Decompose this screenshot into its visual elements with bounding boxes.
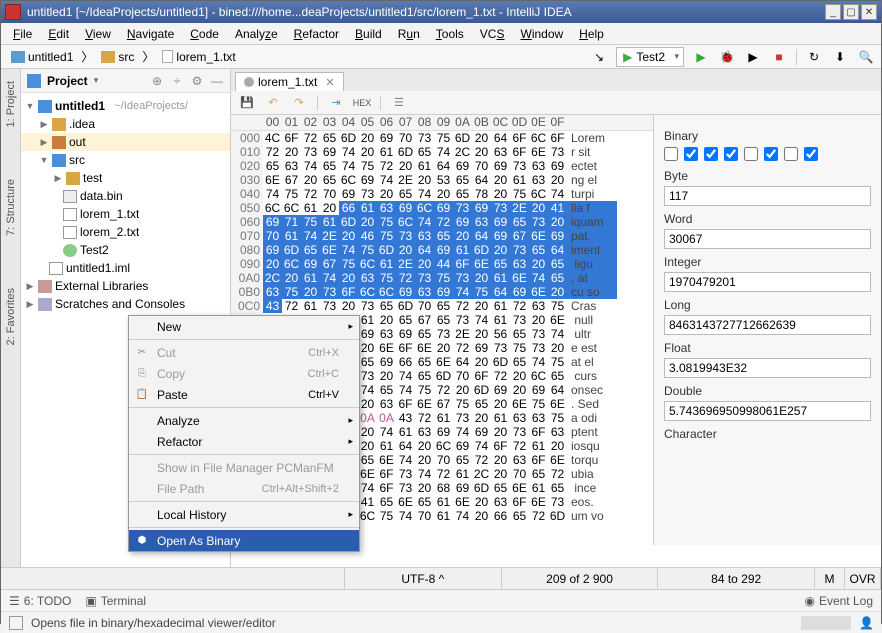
crumb-project[interactable]: untitled1	[7, 49, 77, 65]
editor-tabs: lorem_1.txt ✕	[231, 69, 881, 91]
mode-ovr[interactable]: OVR	[845, 568, 881, 589]
debug-button[interactable]: 🐞	[718, 48, 736, 66]
project-tree[interactable]: ▼untitled1 ~/IdeaProjects/ ▶.idea ▶out ▼…	[21, 93, 230, 317]
ctx-file-path: File PathCtrl+Alt+Shift+2	[129, 478, 359, 499]
status-icon[interactable]	[9, 616, 23, 630]
position-cell: 209 of 2 900	[502, 568, 659, 589]
stop-button[interactable]: ■	[770, 48, 788, 66]
ctx-analyze[interactable]: Analyze▸	[129, 410, 359, 431]
menu-analyze[interactable]: Analyze	[227, 25, 286, 43]
redo-icon[interactable]: ↷	[291, 95, 307, 111]
ctx-refactor[interactable]: Refactor▸	[129, 431, 359, 452]
todo-tab[interactable]: ☰ 6: TODO	[9, 594, 71, 608]
menu-file[interactable]: File	[5, 25, 40, 43]
ctx-new[interactable]: New▸	[129, 316, 359, 337]
collapse-icon[interactable]: ⊕	[150, 74, 164, 88]
values-panel: Binary Byte Word Integer Long Float Doub…	[653, 115, 881, 545]
cursor-icon[interactable]: ⇥	[328, 95, 344, 111]
character-label: Character	[664, 427, 871, 441]
ctx-copy: ⎘CopyCtrl+C	[129, 363, 359, 384]
bottom-toolbar: ☰ 6: TODO ▣ Terminal ◉ Event Log	[1, 589, 881, 611]
editor-tab[interactable]: lorem_1.txt ✕	[235, 72, 344, 91]
menu-window[interactable]: Window	[512, 25, 571, 43]
byte-field[interactable]	[664, 186, 871, 206]
menu-vcs[interactable]: VCS	[472, 25, 513, 43]
bined-icon	[244, 77, 254, 87]
long-label: Long	[664, 298, 871, 312]
close-button[interactable]: ✕	[861, 4, 877, 20]
menu-build[interactable]: Build	[347, 25, 390, 43]
menu-code[interactable]: Code	[182, 25, 227, 43]
ctx-paste[interactable]: 📋PasteCtrl+V	[129, 384, 359, 405]
build-icon[interactable]: ↘	[590, 48, 608, 66]
integer-label: Integer	[664, 255, 871, 269]
menu-navigate[interactable]: Navigate	[119, 25, 182, 43]
menu-edit[interactable]: Edit	[40, 25, 77, 43]
event-log-tab[interactable]: ◉ Event Log	[804, 594, 873, 608]
word-label: Word	[664, 212, 871, 226]
hex-toolbar: 💾 ↶ ↷ ⇥ HEX ☰	[231, 91, 881, 115]
hector-icon[interactable]: 👤	[859, 616, 873, 630]
project-view-icon	[27, 74, 41, 88]
close-tab-icon[interactable]: ✕	[325, 76, 334, 89]
status-message-bar: Opens file in binary/hexadecimal viewer/…	[1, 611, 881, 633]
titlebar: untitled1 [~/IdeaProjects/untitled1] - b…	[1, 1, 881, 23]
memory-indicator[interactable]	[801, 616, 851, 630]
run-button[interactable]: ▶	[692, 48, 710, 66]
navigation-bar: untitled1〉 src〉 lorem_1.txt ↘ ▶Test2 ▶ 🐞…	[1, 45, 881, 69]
byte-label: Byte	[664, 169, 871, 183]
maximize-button[interactable]: ▢	[843, 4, 859, 20]
ctx-open-binary[interactable]: ⬢Open As Binary	[129, 530, 359, 551]
coverage-button[interactable]: ▶	[744, 48, 762, 66]
rail-project[interactable]: 1: Project	[3, 75, 19, 133]
menu-refactor[interactable]: Refactor	[286, 25, 347, 43]
ctx-show-fm: Show in File Manager PCManFM	[129, 457, 359, 478]
search-button[interactable]: 🔍	[857, 48, 875, 66]
undo-icon[interactable]: ↶	[265, 95, 281, 111]
minimize-button[interactable]: _	[825, 4, 841, 20]
menubar: File Edit View Navigate Code Analyze Ref…	[1, 23, 881, 45]
double-label: Double	[664, 384, 871, 398]
ctx-local-history[interactable]: Local History▸	[129, 504, 359, 525]
terminal-tab[interactable]: ▣ Terminal	[85, 594, 146, 608]
binary-label: Binary	[664, 129, 871, 143]
double-field[interactable]	[664, 401, 871, 421]
save-icon[interactable]: 💾	[239, 95, 255, 111]
menu-view[interactable]: View	[77, 25, 119, 43]
settings-icon[interactable]: ☰	[391, 95, 407, 111]
mode-m[interactable]: M	[815, 568, 845, 589]
update-button[interactable]: ↻	[805, 48, 823, 66]
status-message: Opens file in binary/hexadecimal viewer/…	[31, 616, 276, 630]
run-config-select[interactable]: ▶Test2	[616, 47, 684, 67]
left-rail: 1: Project 7: Structure 2: Favorites	[1, 69, 21, 567]
crumb-folder[interactable]: src	[97, 49, 138, 65]
float-label: Float	[664, 341, 871, 355]
hex-mode[interactable]: HEX	[354, 95, 370, 111]
context-menu: New▸ ✂CutCtrl+X ⎘CopyCtrl+C 📋PasteCtrl+V…	[128, 315, 360, 552]
float-field[interactable]	[664, 358, 871, 378]
menu-tools[interactable]: Tools	[428, 25, 472, 43]
target-icon[interactable]: ÷	[170, 74, 184, 88]
menu-help[interactable]: Help	[571, 25, 612, 43]
binary-checkboxes[interactable]	[664, 147, 871, 161]
ctx-cut: ✂CutCtrl+X	[129, 342, 359, 363]
hide-icon[interactable]: —	[210, 74, 224, 88]
window-title: untitled1 [~/IdeaProjects/untitled1] - b…	[27, 5, 823, 19]
project-header[interactable]: Project	[47, 74, 88, 88]
encoding-cell[interactable]: UTF-8 ^	[345, 568, 502, 589]
rail-favorites[interactable]: 2: Favorites	[3, 282, 19, 351]
rail-structure[interactable]: 7: Structure	[3, 173, 19, 242]
app-icon	[5, 4, 21, 20]
long-field[interactable]	[664, 315, 871, 335]
word-field[interactable]	[664, 229, 871, 249]
gear-icon[interactable]: ⚙	[190, 74, 204, 88]
hex-statusbar: UTF-8 ^ 209 of 2 900 84 to 292 M OVR	[1, 567, 881, 589]
selection-cell: 84 to 292	[658, 568, 815, 589]
crumb-file[interactable]: lorem_1.txt	[158, 49, 239, 65]
menu-run[interactable]: Run	[390, 25, 428, 43]
vcs-button[interactable]: ⬇	[831, 48, 849, 66]
integer-field[interactable]	[664, 272, 871, 292]
